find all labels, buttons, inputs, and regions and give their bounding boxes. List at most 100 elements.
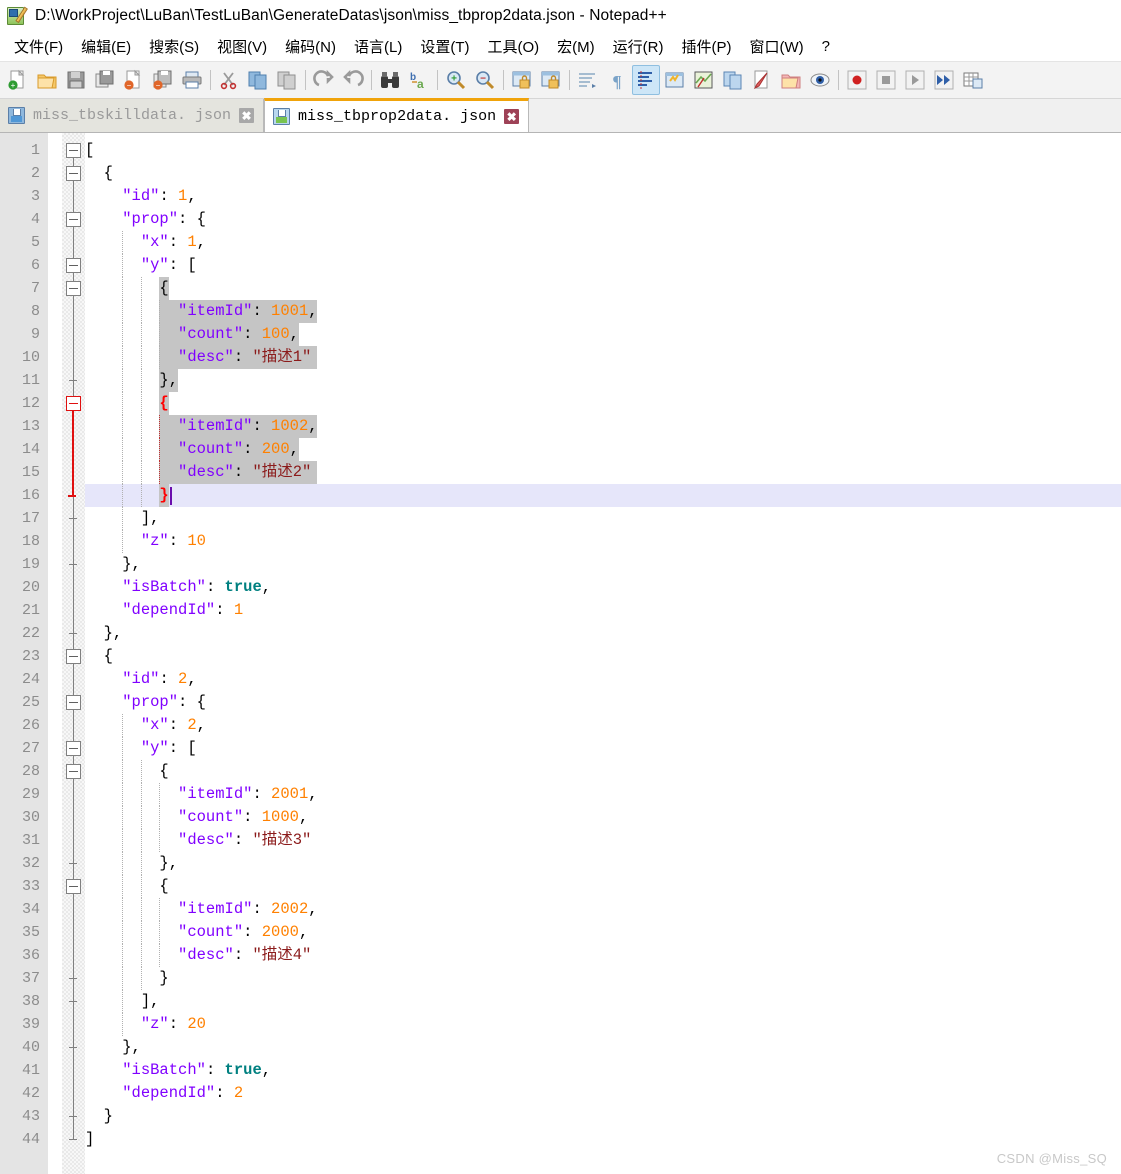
tab-close-icon[interactable]: ✖ <box>239 108 254 123</box>
monitoring-eye-icon[interactable] <box>806 65 834 95</box>
code-line[interactable]: 42 "dependId": 2 <box>0 1082 1121 1105</box>
code-line[interactable]: 6 "y": [ <box>0 254 1121 277</box>
code-line[interactable]: 12 { <box>0 392 1121 415</box>
menu-search[interactable]: 搜索(S) <box>140 34 208 59</box>
open-folder-icon[interactable] <box>33 65 61 95</box>
run-macro-multiple-icon[interactable] <box>930 65 958 95</box>
menu-edit[interactable]: 编辑(E) <box>72 34 140 59</box>
code-line[interactable]: 8 "itemId": 1001, <box>0 300 1121 323</box>
fold-toggle-icon[interactable] <box>66 741 81 756</box>
menu-window[interactable]: 窗口(W) <box>740 34 812 59</box>
code-line[interactable]: 32 }, <box>0 852 1121 875</box>
document-map-icon[interactable] <box>690 65 718 95</box>
code-line[interactable]: 5 "x": 1, <box>0 231 1121 254</box>
fold-toggle-icon[interactable] <box>66 879 81 894</box>
code-line[interactable]: 35 "count": 2000, <box>0 921 1121 944</box>
stop-recording-icon[interactable] <box>872 65 900 95</box>
code-line[interactable]: 38 ], <box>0 990 1121 1013</box>
undo-icon[interactable] <box>310 65 338 95</box>
tab-close-icon[interactable]: ✖ <box>504 109 519 124</box>
code-line[interactable]: 19 }, <box>0 553 1121 576</box>
code-line[interactable]: 20 "isBatch": true, <box>0 576 1121 599</box>
fold-toggle-icon[interactable] <box>66 396 81 411</box>
replace-icon[interactable]: ba <box>405 65 433 95</box>
folder-as-workspace-icon[interactable] <box>777 65 805 95</box>
menu-encoding[interactable]: 编码(N) <box>276 34 345 59</box>
code-line[interactable]: 44] <box>0 1128 1121 1151</box>
word-wrap-icon[interactable] <box>574 65 602 95</box>
save-icon[interactable] <box>62 65 90 95</box>
code-line[interactable]: 29 "itemId": 2001, <box>0 783 1121 806</box>
menu-plugins[interactable]: 插件(P) <box>672 34 740 59</box>
zoom-out-icon[interactable]: − <box>471 65 499 95</box>
playback-macro-icon[interactable] <box>901 65 929 95</box>
sync-horizontal-scroll-icon[interactable] <box>537 65 565 95</box>
indent-guideline-icon[interactable] <box>632 65 660 95</box>
paste-icon[interactable] <box>273 65 301 95</box>
fold-toggle-icon[interactable] <box>66 649 81 664</box>
code-line[interactable]: 30 "count": 1000, <box>0 806 1121 829</box>
code-line[interactable]: 14 "count": 200, <box>0 438 1121 461</box>
code-line[interactable]: 40 }, <box>0 1036 1121 1059</box>
sync-vertical-scroll-icon[interactable] <box>508 65 536 95</box>
code-line[interactable]: 25 "prop": { <box>0 691 1121 714</box>
code-line[interactable]: 13 "itemId": 1002, <box>0 415 1121 438</box>
code-line[interactable]: 31 "desc": "描述3" <box>0 829 1121 852</box>
editor-tab[interactable]: miss_tbskilldata. json✖ <box>0 99 264 132</box>
editor-tab-active[interactable]: miss_tbprop2data. json✖ <box>264 98 529 132</box>
fold-toggle-icon[interactable] <box>66 281 81 296</box>
code-line[interactable]: 3 "id": 1, <box>0 185 1121 208</box>
code-line[interactable]: 10 "desc": "描述1" <box>0 346 1121 369</box>
code-line[interactable]: 15 "desc": "描述2" <box>0 461 1121 484</box>
menu-language[interactable]: 语言(L) <box>345 34 411 59</box>
save-all-icon[interactable] <box>91 65 119 95</box>
code-line[interactable]: 36 "desc": "描述4" <box>0 944 1121 967</box>
menu-help[interactable]: ? <box>813 36 839 57</box>
code-line[interactable]: 9 "count": 100, <box>0 323 1121 346</box>
code-line[interactable]: 23 { <box>0 645 1121 668</box>
code-line[interactable]: 43 } <box>0 1105 1121 1128</box>
code-line[interactable]: 33 { <box>0 875 1121 898</box>
code-line[interactable]: 21 "dependId": 1 <box>0 599 1121 622</box>
redo-icon[interactable] <box>339 65 367 95</box>
save-macro-icon[interactable] <box>959 65 987 95</box>
code-line[interactable]: 11 }, <box>0 369 1121 392</box>
fold-toggle-icon[interactable] <box>66 695 81 710</box>
close-file-icon[interactable]: − <box>120 65 148 95</box>
code-line[interactable]: 4 "prop": { <box>0 208 1121 231</box>
zoom-in-icon[interactable]: + <box>442 65 470 95</box>
new-file-icon[interactable]: + <box>4 65 32 95</box>
fold-toggle-icon[interactable] <box>66 143 81 158</box>
show-all-characters-icon[interactable]: ¶ <box>603 65 631 95</box>
code-line[interactable]: 1[ <box>0 139 1121 162</box>
menu-run[interactable]: 运行(R) <box>604 34 673 59</box>
code-line[interactable]: 7 { <box>0 277 1121 300</box>
menu-macro[interactable]: 宏(M) <box>548 34 604 59</box>
record-macro-icon[interactable] <box>843 65 871 95</box>
print-icon[interactable] <box>178 65 206 95</box>
document-switcher-icon[interactable] <box>748 65 776 95</box>
fold-toggle-icon[interactable] <box>66 212 81 227</box>
code-line[interactable]: 17 ], <box>0 507 1121 530</box>
code-line[interactable]: 2 { <box>0 162 1121 185</box>
code-line[interactable]: 41 "isBatch": true, <box>0 1059 1121 1082</box>
code-line[interactable]: 34 "itemId": 2002, <box>0 898 1121 921</box>
menu-file[interactable]: 文件(F) <box>5 34 72 59</box>
function-list-icon[interactable] <box>719 65 747 95</box>
code-line[interactable]: 39 "z": 20 <box>0 1013 1121 1036</box>
code-line[interactable]: 24 "id": 2, <box>0 668 1121 691</box>
fold-toggle-icon[interactable] <box>66 258 81 273</box>
copy-icon[interactable] <box>244 65 272 95</box>
code-line[interactable]: 18 "z": 10 <box>0 530 1121 553</box>
code-line[interactable]: 37 } <box>0 967 1121 990</box>
fold-toggle-icon[interactable] <box>66 764 81 779</box>
code-editor[interactable]: 1[2 {3 "id": 1,4 "prop": {5 "x": 1,6 "y"… <box>0 133 1121 1174</box>
code-line[interactable]: 28 { <box>0 760 1121 783</box>
code-line[interactable]: 27 "y": [ <box>0 737 1121 760</box>
cut-scissors-icon[interactable] <box>215 65 243 95</box>
code-line[interactable]: 22 }, <box>0 622 1121 645</box>
fold-toggle-icon[interactable] <box>66 166 81 181</box>
menu-tools[interactable]: 工具(O) <box>478 34 548 59</box>
code-line[interactable]: 16 } <box>0 484 1121 507</box>
code-line[interactable]: 26 "x": 2, <box>0 714 1121 737</box>
